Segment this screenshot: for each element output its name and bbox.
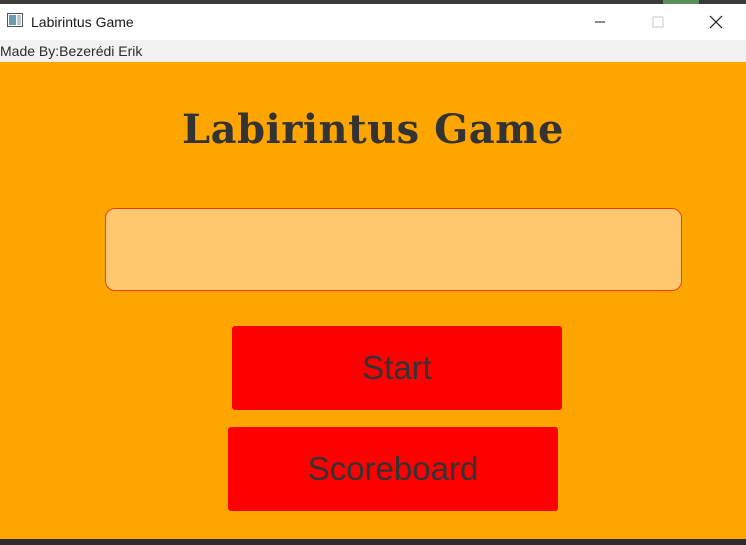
title-bar[interactable]: Labirintus Game (0, 4, 746, 40)
menu-bar: Made By:Bezerédi Erik (0, 40, 746, 62)
main-content: Labirintus Game Start Scoreboard (0, 62, 746, 539)
maximize-button[interactable] (635, 4, 681, 40)
maximize-icon (652, 16, 664, 28)
minimize-button[interactable] (577, 4, 623, 40)
app-window: Labirintus Game Made By:Bezerédi Erik La… (0, 4, 746, 539)
game-title: Labirintus Game (182, 106, 564, 153)
close-icon (709, 15, 723, 29)
start-button[interactable]: Start (232, 326, 562, 410)
close-button[interactable] (693, 4, 739, 40)
name-input[interactable] (105, 208, 682, 291)
scoreboard-button[interactable]: Scoreboard (228, 427, 558, 511)
window-title: Labirintus Game (31, 14, 134, 30)
minimize-icon (595, 21, 605, 23)
screen-bottom-strip (0, 539, 746, 545)
made-by-label: Made By:Bezerédi Erik (0, 43, 143, 59)
window-app-icon (7, 13, 23, 27)
